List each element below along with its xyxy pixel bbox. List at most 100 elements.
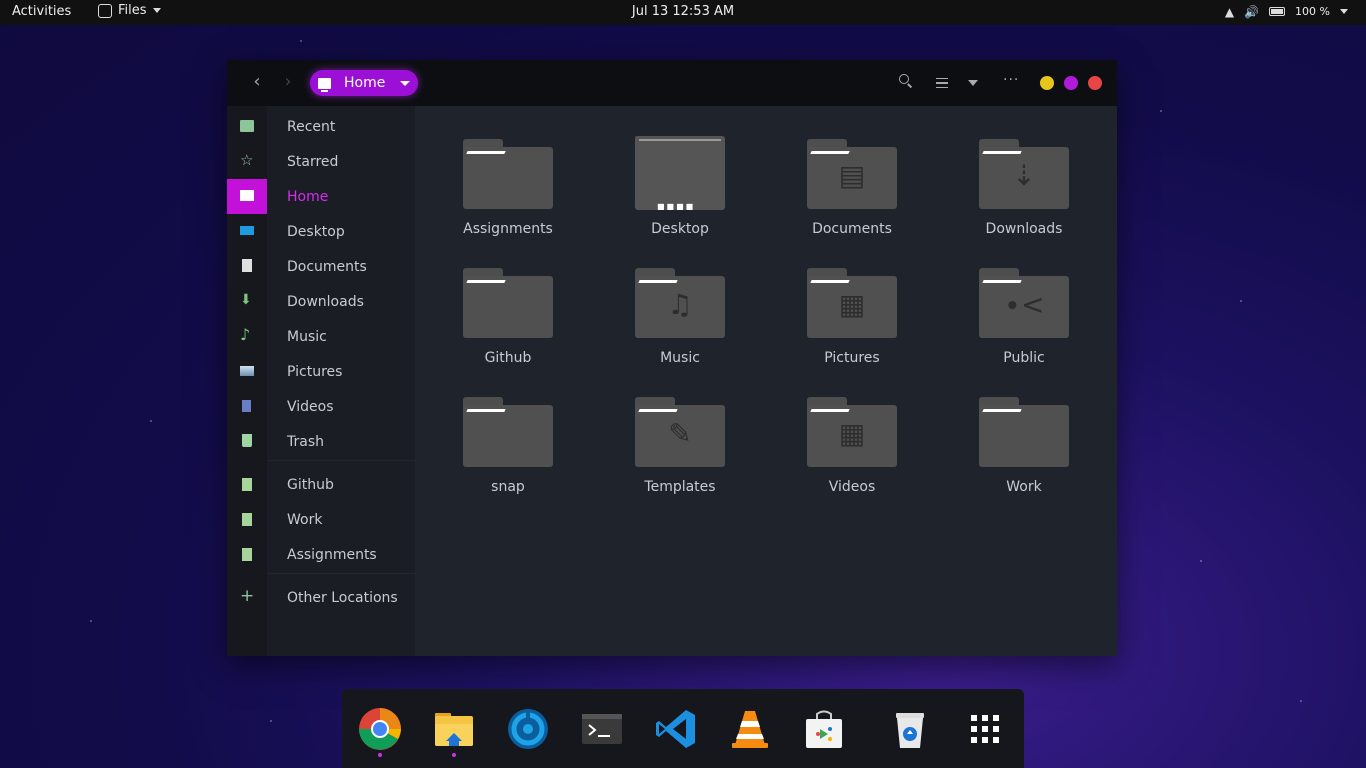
folder-name: snap (491, 479, 525, 495)
search-icon[interactable] (899, 74, 913, 88)
system-status-menu[interactable]: ▲ 🔊 100 % (1225, 5, 1348, 18)
folder-item[interactable]: ▦ Videos (777, 382, 927, 502)
music-folder-icon: ♫ (635, 268, 725, 338)
sidebar-item-videos[interactable]: Videos (227, 389, 415, 424)
activities-button[interactable]: Activities (12, 4, 71, 19)
sidebar-item-label: Downloads (287, 293, 364, 310)
maximize-button[interactable] (1064, 76, 1078, 90)
sidebar-item-work[interactable]: Work (227, 502, 415, 537)
folder-item[interactable]: ▤ Documents (777, 124, 927, 244)
folder-name: Assignments (463, 221, 553, 237)
folder-name: Music (660, 350, 700, 366)
folder-name: Work (1006, 479, 1042, 495)
folder-item[interactable]: ▦ Pictures (777, 253, 927, 373)
sidebar-item-github[interactable]: Github (227, 467, 415, 502)
sidebar-item-label: Music (287, 328, 327, 345)
running-indicator (452, 753, 456, 757)
dock (342, 689, 1024, 768)
folder-recent-icon (240, 120, 254, 132)
header-bar: ‹ › Home ··· (227, 60, 1117, 106)
sidebar-item-starred[interactable]: ☆ Starred (227, 144, 415, 179)
list-view-icon[interactable] (936, 78, 948, 88)
download-icon: ⬇ (240, 292, 252, 308)
chrome-icon[interactable] (358, 707, 402, 751)
pictures-folder-icon: ▦ (807, 268, 897, 338)
videos-folder-icon: ▦ (807, 397, 897, 467)
path-label: Home (344, 75, 386, 91)
sidebar-item-label: Recent (287, 118, 336, 135)
clock[interactable]: Jul 13 12:53 AM (632, 4, 734, 19)
app-grid-icon[interactable] (963, 707, 1007, 751)
downloads-folder-icon: ⇣ (979, 139, 1069, 209)
folder-name: Pictures (824, 350, 880, 366)
sidebar-item-label: Desktop (287, 223, 345, 240)
folder-item[interactable]: Work (949, 382, 1099, 502)
vlc-icon[interactable] (728, 707, 772, 751)
music-icon: ♪ (240, 325, 251, 344)
folder-item[interactable]: ∙< Public (949, 253, 1099, 373)
folder-grid: Assignments ■■■■ Desktop ▤ Documents ⇣ D… (415, 106, 1117, 656)
sidebar-item-other-locations[interactable]: + Other Locations (227, 580, 415, 615)
templates-folder-icon: ✎ (635, 397, 725, 467)
view-options-chevron-icon[interactable] (968, 80, 978, 86)
bookmark-icon (242, 478, 252, 491)
sidebar-item-assignments[interactable]: Assignments (227, 537, 415, 572)
folder-item[interactable]: ■■■■ Desktop (605, 124, 755, 244)
desktop-folder-icon: ■■■■ (635, 136, 725, 211)
sidebar-item-music[interactable]: ♪ Music (227, 319, 415, 354)
folder-name: Templates (644, 479, 716, 495)
sidebar-item-label: Assignments (287, 546, 377, 563)
sidebar-item-trash[interactable]: Trash (227, 424, 415, 459)
disk-usage-icon[interactable] (506, 707, 550, 751)
top-bar: Activities Files Jul 13 12:53 AM ▲ 🔊 100… (0, 0, 1366, 25)
public-folder-icon: ∙< (979, 268, 1069, 338)
computer-icon (240, 190, 254, 201)
folder-item[interactable]: ⇣ Downloads (949, 124, 1099, 244)
folder-item[interactable]: snap (433, 382, 583, 502)
sidebar-item-home[interactable]: Home (227, 179, 415, 214)
folder-icon (463, 397, 553, 467)
sidebar-separator (267, 573, 415, 574)
sidebar-item-desktop[interactable]: Desktop (227, 214, 415, 249)
sidebar-item-pictures[interactable]: Pictures (227, 354, 415, 389)
vscode-icon[interactable] (654, 707, 698, 751)
sidebar-item-label: Github (287, 476, 334, 493)
computer-icon (318, 77, 331, 92)
battery-icon (1269, 7, 1286, 16)
chevron-down-icon[interactable] (400, 81, 410, 86)
files-window: ‹ › Home ··· Recent ☆ Starred Home Deskt… (227, 60, 1117, 656)
folder-name: Downloads (985, 221, 1063, 237)
software-store-icon[interactable] (802, 707, 846, 751)
star-icon: ☆ (240, 151, 254, 169)
files-icon[interactable] (432, 707, 476, 751)
bookmark-icon (242, 513, 252, 526)
plus-icon: + (240, 586, 255, 606)
sidebar-item-documents[interactable]: Documents (227, 249, 415, 284)
folder-item[interactable]: ♫ Music (605, 253, 755, 373)
running-indicator (378, 753, 382, 757)
close-button[interactable] (1088, 76, 1102, 90)
pictures-icon (240, 366, 254, 376)
back-button[interactable]: ‹ (247, 73, 267, 93)
wifi-icon: ▲ (1224, 4, 1235, 19)
sidebar-item-label: Documents (287, 258, 367, 275)
folder-item[interactable]: ✎ Templates (605, 382, 755, 502)
sidebar-item-downloads[interactable]: ⬇ Downloads (227, 284, 415, 319)
app-menu-button[interactable]: Files (98, 3, 161, 18)
sidebar-item-label: Work (287, 511, 323, 528)
folder-item[interactable]: Assignments (433, 124, 583, 244)
sidebar-item-recent[interactable]: Recent (227, 109, 415, 144)
folder-icon (979, 397, 1069, 467)
terminal-icon[interactable] (580, 707, 624, 751)
minimize-button[interactable] (1040, 76, 1054, 90)
recycle-bin-icon[interactable] (888, 707, 932, 751)
folder-item[interactable]: Github (433, 253, 583, 373)
forward-button[interactable]: › (278, 73, 298, 93)
video-icon (242, 400, 251, 412)
more-menu-icon[interactable]: ··· (1003, 72, 1019, 88)
volume-icon: 🔊 (1244, 4, 1260, 19)
bookmark-icon (242, 548, 252, 561)
path-bar-home[interactable]: Home (310, 70, 418, 96)
trash-icon (242, 434, 252, 447)
sidebar-item-label: Videos (287, 398, 334, 415)
